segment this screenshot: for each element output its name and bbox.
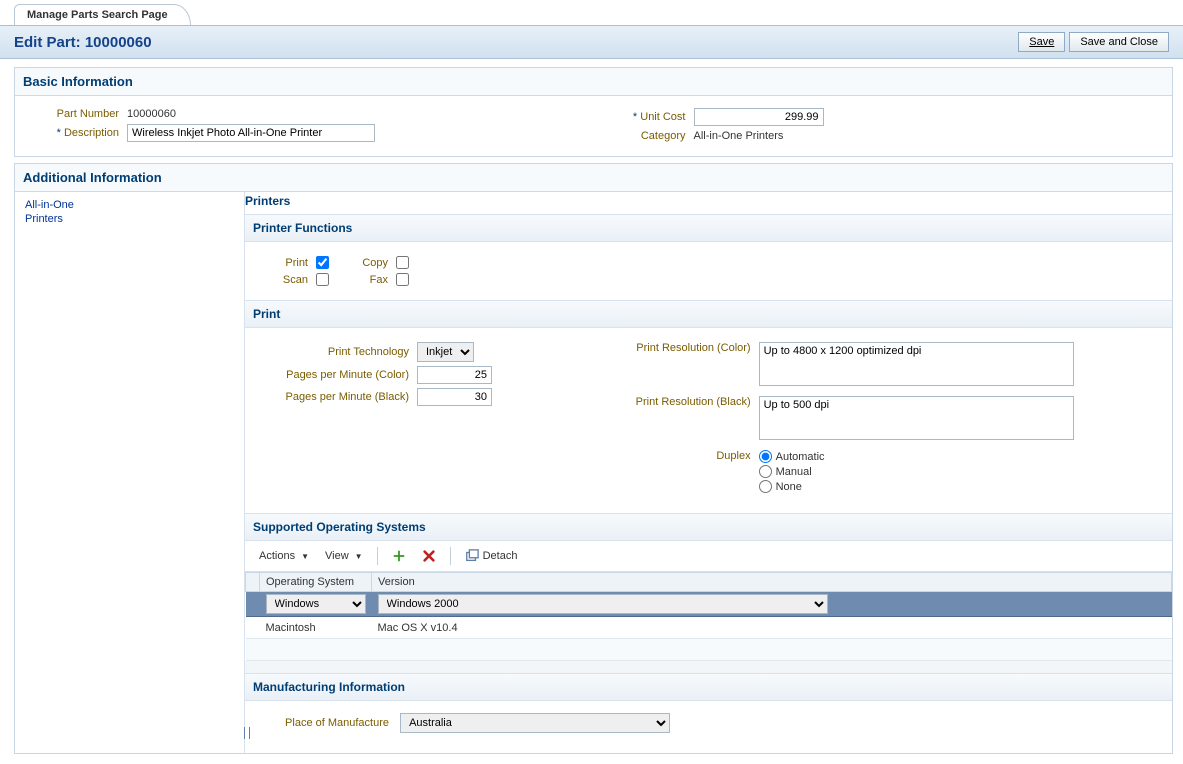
group-title-print: Print	[245, 300, 1172, 328]
version-select[interactable]: Windows 2000	[378, 594, 828, 614]
detach-icon	[465, 549, 479, 563]
pom-select[interactable]: Australia	[400, 713, 670, 733]
part-number-value: 10000060	[127, 108, 176, 120]
ppm-black-label: Pages per Minute (Black)	[259, 391, 409, 403]
res-color-label: Print Resolution (Color)	[601, 342, 751, 354]
toolbar-separator	[450, 547, 451, 565]
basic-info-panel: Basic Information Part Number 10000060 D…	[14, 67, 1173, 157]
section-header-basic: Basic Information	[15, 68, 1172, 96]
pom-label: Place of Manufacture	[259, 717, 389, 729]
description-input[interactable]	[127, 124, 375, 142]
print-checkbox-label: Print	[285, 257, 308, 269]
fax-checkbox-label: Fax	[370, 274, 388, 286]
group-title-printers: Printers	[245, 192, 1172, 214]
save-and-close-button[interactable]: Save and Close	[1069, 32, 1169, 52]
duplex-radio-automatic[interactable]	[759, 450, 772, 463]
res-black-input[interactable]	[759, 396, 1074, 440]
scan-checkbox[interactable]	[316, 273, 329, 286]
group-title-printer-functions: Printer Functions	[245, 214, 1172, 242]
caret-down-icon: ▼	[355, 552, 363, 561]
section-header-additional: Additional Information	[15, 164, 1172, 192]
sidebar-item-allinone[interactable]: All-in-OnePrinters	[25, 198, 234, 226]
category-value: All-in-One Printers	[694, 130, 784, 142]
res-color-input[interactable]	[759, 342, 1074, 386]
duplex-radio-none[interactable]	[759, 480, 772, 493]
duplex-radio-manual[interactable]	[759, 465, 772, 478]
print-tech-label: Print Technology	[259, 346, 409, 358]
category-label: Category	[594, 130, 686, 142]
table-row[interactable]: Macintosh Mac OS X v10.4	[246, 617, 1172, 639]
print-tech-select[interactable]: Inkjet	[417, 342, 474, 362]
part-number-label: Part Number	[27, 108, 119, 120]
page-title: Edit Part: 10000060	[14, 34, 152, 51]
tab-manage-parts-search[interactable]: Manage Parts Search Page	[14, 4, 191, 25]
col-version[interactable]: Version	[372, 573, 1172, 592]
group-title-os: Supported Operating Systems	[245, 513, 1172, 541]
caret-down-icon: ▼	[301, 552, 309, 561]
copy-checkbox-label: Copy	[362, 257, 388, 269]
copy-checkbox[interactable]	[396, 256, 409, 269]
print-checkbox[interactable]	[316, 256, 329, 269]
col-os[interactable]: Operating System	[260, 573, 372, 592]
ppm-black-input[interactable]	[417, 388, 492, 406]
fax-checkbox[interactable]	[396, 273, 409, 286]
detach-button[interactable]: Detach	[459, 547, 524, 565]
delete-button[interactable]	[416, 547, 442, 565]
duplex-label: Duplex	[601, 450, 751, 462]
actions-menu[interactable]: Actions▼	[253, 548, 315, 564]
group-title-manuf: Manufacturing Information	[245, 673, 1172, 701]
unit-cost-input[interactable]	[694, 108, 824, 126]
tab-label: Manage Parts Search Page	[27, 9, 168, 21]
plus-icon	[392, 549, 406, 563]
ppm-color-label: Pages per Minute (Color)	[259, 369, 409, 381]
table-row-empty	[246, 639, 1172, 661]
os-select[interactable]: Windows	[266, 594, 366, 614]
description-label: Description	[27, 127, 119, 139]
os-table: Operating System Version Windows Windows…	[245, 572, 1172, 661]
scan-checkbox-label: Scan	[283, 274, 308, 286]
version-cell: Mac OS X v10.4	[372, 617, 1172, 639]
os-cell: Macintosh	[260, 617, 372, 639]
save-button[interactable]: Save	[1018, 32, 1065, 52]
sidebar: All-in-OnePrinters	[15, 192, 245, 753]
x-icon	[422, 549, 436, 563]
view-menu[interactable]: View▼	[319, 548, 369, 564]
unit-cost-label: Unit Cost	[594, 111, 686, 123]
additional-info-panel: Additional Information All-in-OnePrinter…	[14, 163, 1173, 754]
toolbar-separator	[377, 547, 378, 565]
res-black-label: Print Resolution (Black)	[601, 396, 751, 408]
table-row[interactable]: Windows Windows 2000	[246, 592, 1172, 617]
add-button[interactable]	[386, 547, 412, 565]
ppm-color-input[interactable]	[417, 366, 492, 384]
col-handle	[246, 573, 260, 592]
resize-handle-icon[interactable]	[244, 727, 250, 739]
